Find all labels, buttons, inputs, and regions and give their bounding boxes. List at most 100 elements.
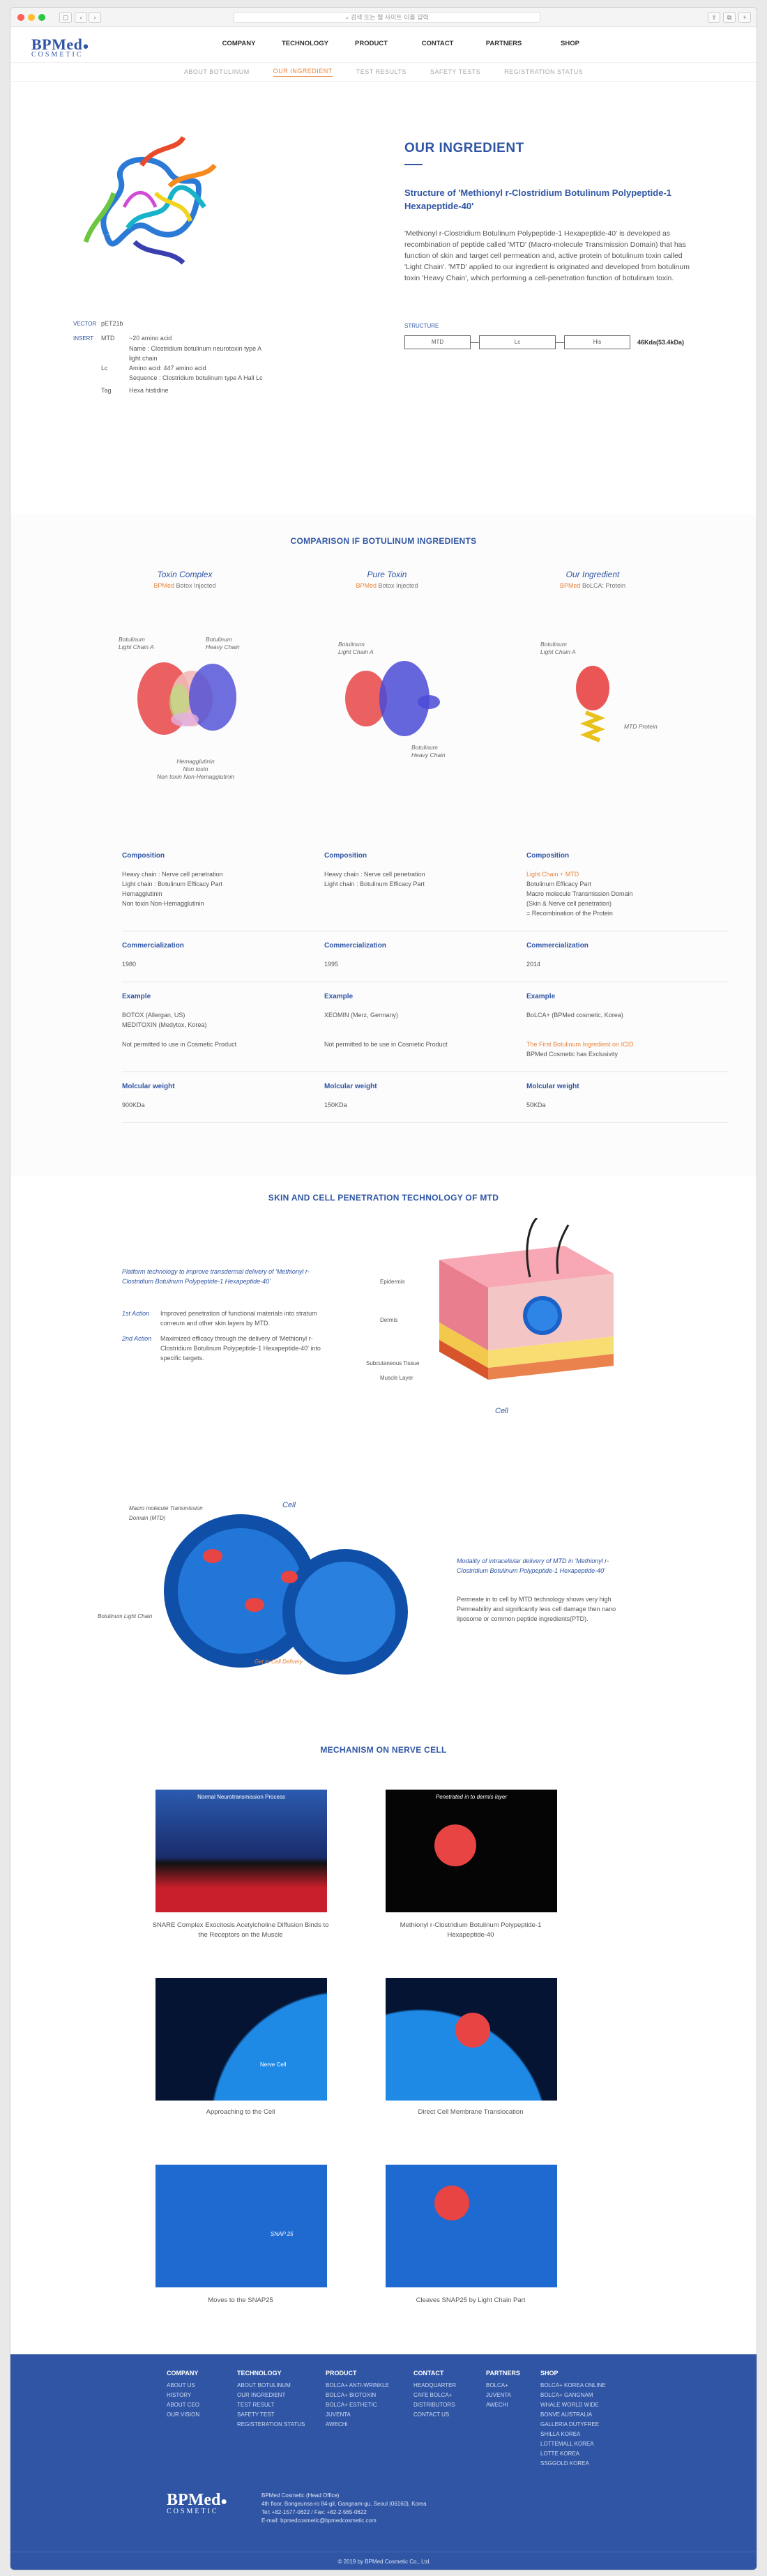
title-underline xyxy=(404,164,423,165)
subnav-test-results[interactable]: TEST RESULTS xyxy=(356,68,407,75)
nav-technology[interactable]: TECHNOLOGY xyxy=(272,40,338,47)
nav-product[interactable]: PRODUCT xyxy=(338,40,404,47)
mol-label: MTD Protein xyxy=(624,723,658,730)
subnav-about-botulinum[interactable]: ABOUT BOTULINUM xyxy=(184,68,250,75)
mtd-key: MTD xyxy=(101,335,115,342)
main-nav: COMPANY TECHNOLOGY PRODUCT CONTACT PARTN… xyxy=(206,40,603,47)
footer-link[interactable]: HEADQUARTER xyxy=(413,2381,456,2391)
new-tab-icon[interactable]: + xyxy=(738,12,751,23)
comparison-column-pure-toxin: Pure Toxin BPMed Botox Injected xyxy=(296,570,478,589)
footer-link[interactable]: LOTTE KOREA xyxy=(540,2449,606,2459)
nav-partners[interactable]: PARTNERS xyxy=(471,40,537,47)
footer-link[interactable]: AWECHI xyxy=(486,2400,520,2410)
comparison-row: Composition Heavy chain : Nerve cell pene… xyxy=(122,841,729,931)
nav-shop[interactable]: SHOP xyxy=(537,40,603,47)
footer-link[interactable]: TEST RESULT xyxy=(237,2400,305,2410)
skin-penetration-section: SKIN AND CELL PENETRATION TECHNOLOGY OF … xyxy=(10,1176,757,1741)
mol-label: Botulinum Light Chain A xyxy=(540,641,576,655)
footer-col-shop: SHOP BOLCA+ KOREA ONLINE BOLCA+ GANGNAM … xyxy=(540,2368,606,2469)
footer-link[interactable]: HISTORY xyxy=(167,2391,199,2400)
nav-company[interactable]: COMPANY xyxy=(206,40,272,47)
logo-sub: COSMETIC xyxy=(31,51,84,59)
mechanism-image xyxy=(386,2165,557,2287)
comparison-section: COMPARISON IF BOTULINUM INGREDIENTS Toxi… xyxy=(10,514,757,1176)
footer-link[interactable]: OUR INGREDIENT xyxy=(237,2391,305,2400)
ingredient-description: 'Methionyl r-Clostridium Botulinum Polyp… xyxy=(404,229,690,282)
footer-link[interactable]: GALLERIA DUTYFREE xyxy=(540,2420,606,2430)
footer-link[interactable]: BOLCA+ BIOTOXIN xyxy=(326,2391,389,2400)
toxin-complex-illustration xyxy=(137,662,236,735)
footer-link[interactable]: DISTRIBUTORS xyxy=(413,2400,456,2410)
footer-logo[interactable]: BPMed● COSMETIC xyxy=(167,2491,227,2515)
comparison-row: Molcular weight 900KDa Molcular weight 150… xyxy=(122,1072,729,1123)
skin-action-1: 1st Action Improved penetration of functi… xyxy=(122,1310,317,1327)
footer-link[interactable]: SAFETY TEST xyxy=(237,2410,305,2420)
skin-layers-illustration xyxy=(439,1218,614,1380)
mechanism-caption: Methionyl r-Clostridium Botulinum Polype… xyxy=(400,1921,542,1939)
protein-structure-image xyxy=(83,136,217,265)
footer-link[interactable]: ABOUT CEO xyxy=(167,2400,199,2410)
footer-link[interactable]: SHILLA KOREA xyxy=(540,2430,606,2439)
site-footer: COMPANY ABOUT US HISTORY ABOUT CEO OUR V… xyxy=(10,2354,757,2570)
footer-link[interactable]: SSGGOLD KOREA xyxy=(540,2459,606,2469)
footer-link[interactable]: OUR VISION xyxy=(167,2410,199,2420)
column-head: Toxin Complex xyxy=(157,570,213,579)
vector-value: pET21b xyxy=(101,320,123,327)
forward-icon[interactable]: › xyxy=(89,12,101,23)
footer-col-company: COMPANY ABOUT US HISTORY ABOUT CEO OUR V… xyxy=(167,2368,199,2420)
ingredient-section: OUR INGREDIENT Structure of 'Methionyl r… xyxy=(10,82,757,514)
comparison-column-our-ingredient: Our Ingredient BPMed BoLCA: Protein xyxy=(502,570,683,589)
ingredient-title: OUR INGREDIENT xyxy=(404,141,524,155)
structure-label: STRUCTURE xyxy=(404,323,439,329)
footer-link[interactable]: LOTTEMALL KOREA xyxy=(540,2439,606,2449)
share-icon[interactable]: ⇪ xyxy=(708,12,720,23)
minimize-window-icon[interactable] xyxy=(28,14,35,21)
footer-link[interactable]: BOLCA+ KOREA ONLINE xyxy=(540,2381,606,2391)
column-head: Our Ingredient xyxy=(565,570,620,579)
footer-link[interactable]: BONVE AUSTRALIA xyxy=(540,2410,606,2420)
back-icon[interactable]: ‹ xyxy=(75,12,87,23)
footer-link[interactable]: BOLCA+ xyxy=(486,2381,520,2391)
tag-spec: Hexa histidine xyxy=(129,387,169,394)
nav-contact[interactable]: CONTACT xyxy=(404,40,471,47)
footer-link[interactable]: JUVENTA xyxy=(326,2410,389,2420)
subnav-our-ingredient[interactable]: OUR INGREDIENT xyxy=(273,68,333,77)
structure-box-lc: Lc xyxy=(479,335,556,349)
pure-toxin-illustration xyxy=(345,661,440,736)
address-bar[interactable]: ⌕ 검색 또는 웹 사이트 이름 입력 xyxy=(234,12,540,23)
mol-label: Botulinum Light Chain A xyxy=(119,636,154,650)
tabs-icon[interactable]: ⧉ xyxy=(723,12,736,23)
mechanism-caption: Approaching to the Cell xyxy=(206,2108,275,2116)
column-head: Pure Toxin xyxy=(367,570,407,579)
footer-link[interactable]: ABOUT BOTULINUM xyxy=(237,2381,305,2391)
footer-link[interactable]: ABOUT US xyxy=(167,2381,199,2391)
lc-key: Lc xyxy=(101,365,108,372)
mol-label: Hemagglutinin Non toxin Non toxin Non-Hema… xyxy=(157,758,235,780)
close-window-icon[interactable] xyxy=(17,14,24,21)
footer-col-partners: PARTNERS BOLCA+ JUVENTA AWECHI xyxy=(486,2368,520,2410)
footer-link[interactable]: CONTACT US xyxy=(413,2410,456,2420)
footer-link[interactable]: REGISTERATION STATUS xyxy=(237,2420,305,2430)
mechanism-image xyxy=(386,1978,557,2101)
footer-link[interactable]: JUVENTA xyxy=(486,2391,520,2400)
footer-link[interactable]: BOLCA+ ESTHETIC xyxy=(326,2400,389,2410)
site-header: BPMed● COSMETIC COMPANY TECHNOLOGY PRODU… xyxy=(10,27,757,62)
footer-link[interactable]: WHALE WORLD WIDE xyxy=(540,2400,606,2410)
browser-toolbar: ▢ ‹ › ⌕ 검색 또는 웹 사이트 이름 입력 ⇪ ⧉ + xyxy=(10,8,757,27)
search-icon: ⌕ xyxy=(345,14,351,21)
footer-link[interactable]: BOLCA+ GANGNAM xyxy=(540,2391,606,2400)
copyright: © 2019 by BPMed Cosmetic Co., Ltd. xyxy=(10,2552,757,2570)
comparison-column-toxin-complex: Toxin Complex BPMed Botox Injected xyxy=(94,570,275,589)
site-logo[interactable]: BPMed● COSMETIC xyxy=(31,36,89,59)
skin-action-2: 2nd Action Maximized efficacy through the… xyxy=(122,1335,321,1362)
footer-link[interactable]: AWECHI xyxy=(326,2420,389,2430)
browser-window: ▢ ‹ › ⌕ 검색 또는 웹 사이트 이름 입력 ⇪ ⧉ + BPMed● C… xyxy=(10,7,757,2570)
subnav-registration-status[interactable]: REGISTRATION STATUS xyxy=(504,68,583,75)
footer-link[interactable]: BOLCA+ ANTI-WRINKLE xyxy=(326,2381,389,2391)
maximize-window-icon[interactable] xyxy=(38,14,45,21)
subnav-safety-tests[interactable]: SAFETY TESTS xyxy=(430,68,480,75)
layer-label: Subcutaneous Tissue xyxy=(366,1360,420,1366)
footer-link[interactable]: CAFE BOLCA+ xyxy=(413,2391,456,2400)
mechanism-section: MECHANISM ON NERVE CELL Normal Neurotran… xyxy=(10,1741,757,2361)
sidebar-toggle-icon[interactable]: ▢ xyxy=(59,12,72,23)
